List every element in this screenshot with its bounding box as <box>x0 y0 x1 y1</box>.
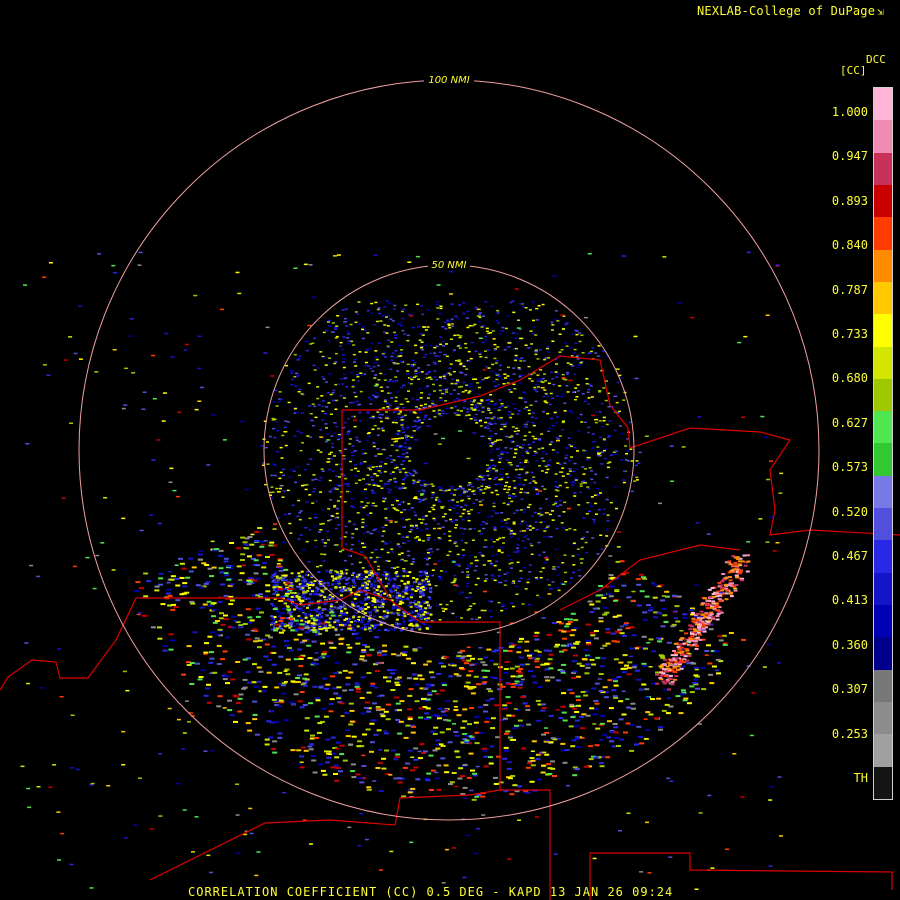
color-scale-tick-label: 0.680 <box>831 371 868 386</box>
color-scale-segment <box>874 88 892 121</box>
color-scale-tick-label: 0.787 <box>831 282 868 297</box>
ring-label-50: 50 NMI <box>432 260 467 271</box>
color-scale-segment <box>874 378 892 412</box>
color-scale-segment <box>874 508 892 541</box>
color-scale-segment <box>874 637 892 670</box>
color-scale-segment <box>874 346 892 379</box>
radar-display: 50 NMI 100 NMI <box>0 74 900 900</box>
legend-unit: [CC] <box>840 64 867 77</box>
ring-label-100: 100 NMI <box>428 75 469 86</box>
color-scale-tick-label: TH <box>853 771 868 785</box>
color-scale-segment <box>874 443 892 476</box>
color-scale-tick-label: 0.947 <box>831 149 868 164</box>
color-scale-segment <box>874 766 892 799</box>
boundary-east-lower <box>559 544 741 611</box>
color-scale-tick-label: 0.840 <box>831 238 868 253</box>
color-scale-tick-label: 0.307 <box>831 682 868 697</box>
color-scale-segment <box>874 184 892 218</box>
boundary-southwest <box>149 789 501 881</box>
color-scale-segment <box>874 669 892 702</box>
color-scale-segment <box>874 572 892 605</box>
color-scale-tick-label: 0.360 <box>831 637 868 652</box>
color-scale-segment <box>874 605 892 638</box>
color-scale-tick-label: 0.467 <box>831 549 868 563</box>
radar-returns <box>20 251 784 890</box>
color-scale-segment <box>874 217 892 250</box>
logo-arrow-icon: ⇲ <box>877 5 884 18</box>
color-scale-tick-label: 0.893 <box>831 193 868 208</box>
color-scale-segment <box>874 734 892 767</box>
color-scale-tick-label: 0.413 <box>831 593 868 608</box>
color-scale-segment <box>874 475 892 509</box>
legend-product-code: DCC <box>866 53 886 66</box>
color-scale-tick-label: 1.000 <box>831 105 868 119</box>
color-scale-segment <box>874 120 892 153</box>
color-scale-segment <box>874 249 892 282</box>
color-scale-tick-label: 0.733 <box>831 327 868 341</box>
color-scale-segment <box>874 540 892 573</box>
color-scale-bar <box>873 87 893 800</box>
product-caption: CORRELATION COEFFICIENT (CC) 0.5 DEG - K… <box>188 885 674 899</box>
color-scale-segment <box>874 701 892 735</box>
credit-label: NEXLAB-College of DuPage ⇲ <box>697 4 884 18</box>
color-scale-tick-label: 0.253 <box>831 726 868 741</box>
color-scale-tick-label: 0.573 <box>831 460 868 475</box>
color-scale-segment <box>874 281 892 315</box>
color-scale-segment <box>874 152 892 185</box>
boundary-south <box>0 589 551 900</box>
color-scale-tick-label: 0.520 <box>831 504 868 519</box>
color-scale-tick-label: 0.627 <box>831 415 868 430</box>
color-scale-segment <box>874 411 892 444</box>
credit-text: NEXLAB-College of DuPage <box>696 4 876 18</box>
color-scale-segment <box>874 314 892 347</box>
